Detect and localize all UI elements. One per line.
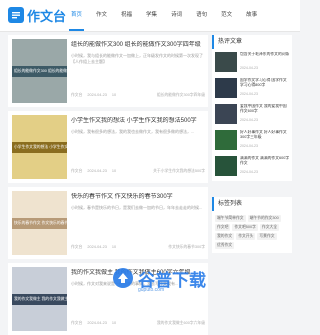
nav-item-xueji[interactable]: 学集 <box>139 0 164 31</box>
post-date: 2024-04-23 <box>87 245 107 249</box>
related-post-thumbnail[interactable] <box>215 156 237 176</box>
nav-item-yuju[interactable]: 语句 <box>189 0 214 31</box>
related-posts-widget: 热评文章 包含关于毛泽东的作文的词条 2024-04-23 国学作文学习心得 国… <box>212 35 292 181</box>
post-thumbnail-caption: 我的作文我做主 我的作文我做主600字六年级 <box>12 293 67 305</box>
post-author: 作文台 <box>71 245 83 249</box>
related-post-item[interactable]: 好人好事作文 好人好事作文300字三年级 2024-04-23 <box>215 129 289 153</box>
related-post-date: 2024-04-23 <box>240 144 258 148</box>
related-posts-title: 热评文章 <box>212 35 292 49</box>
post-tag[interactable]: 组长的能做作文300字四年级 <box>157 92 205 99</box>
tag-link[interactable]: 作文大全 <box>259 224 280 231</box>
tag-link[interactable]: 作文吧 <box>215 224 231 231</box>
nav-item-fanwen[interactable]: 范文 <box>214 0 239 31</box>
post-thumbnail-caption: 快乐的春节作文 作文快乐的春节300字 <box>12 217 67 229</box>
related-post-title[interactable]: 国学作文学习心得 国学作文学习心得800字 <box>240 78 290 88</box>
nav-item-shici[interactable]: 诗词 <box>164 0 189 31</box>
nav-item-home[interactable]: 首页 <box>64 0 89 31</box>
post-excerpt: 小时候，我与组长的能做作文一加做上，正年级发作文的时候第一次发现了【人作组上去主… <box>71 53 203 64</box>
tag-cloud-widget: 标签列表 端午节简单作文 端午节的作文300 作文吧 作文吧500字 作文大全 … <box>212 197 292 253</box>
main-nav: 首页 作文 祝福 学集 诗词 语句 范文 故事 <box>64 0 264 31</box>
post-tag[interactable]: 作文快乐的春节300字 <box>168 244 205 251</box>
nav-item-zuowen[interactable]: 作文 <box>89 0 114 31</box>
post-thumbnail[interactable]: 快乐的春节作文 作文快乐的春节300字 <box>12 191 67 255</box>
nav-item-zhufu[interactable]: 祝福 <box>114 0 139 31</box>
post-meta: 作文台 2024-04-23 10 作文快乐的春节300字 <box>71 244 205 251</box>
post-title[interactable]: 小学生作文我的想法 小学生作文我的想法500字 <box>71 117 205 125</box>
post-thumbnail[interactable]: 我的作文我做主 我的作文我做主600字六年级 <box>12 267 67 331</box>
related-post-item[interactable]: 满满的作文 满满的作文600字作文 2024-04-23 <box>215 155 289 179</box>
post-excerpt: 小时候，春节是快乐的节日，是我们去做一加的节日，年年去走走的时候... <box>71 205 203 210</box>
post-thumbnail[interactable]: 组长的能做作文300 组长的能做作文300字四年级 <box>12 39 67 103</box>
post-tag[interactable]: 我的作文我做主600字六年级 <box>157 320 205 327</box>
post-title[interactable]: 组长的能做作文300 组长的能做作文300字四年级 <box>71 41 205 49</box>
tag-link[interactable]: 端午节的作文300 <box>247 215 281 222</box>
related-post-title[interactable]: 满满的作文 满满的作文600字作文 <box>240 156 290 166</box>
tag-link[interactable]: 作文吧500字 <box>232 224 258 231</box>
site-header: 作文台 首页 作文 祝福 学集 诗词 语句 范文 故事 <box>0 0 300 32</box>
related-post-item[interactable]: 国学作文学习心得 国学作文学习心得800字 2024-04-23 <box>215 77 289 101</box>
post-tag[interactable]: 关于小学生作文我的想法500字 <box>153 168 205 175</box>
logo-text: 作文台 <box>27 8 67 24</box>
related-post-thumbnail[interactable] <box>215 104 237 124</box>
related-post-title[interactable]: 爱我中国作文 我的爱我中国作文600字 <box>240 104 290 114</box>
related-post-date: 2024-04-23 <box>240 170 258 174</box>
related-post-date: 2024-04-23 <box>240 92 258 96</box>
nav-item-gushi[interactable]: 故事 <box>239 0 264 31</box>
post-meta: 作文台 2024-04-23 10 组长的能做作文300字四年级 <box>71 92 205 99</box>
post-author: 作文台 <box>71 169 83 173</box>
post-thumbnail-caption: 组长的能做作文300 组长的能做作文300字四年级 <box>12 65 67 77</box>
post-meta: 作文台 2024-04-23 10 我的作文我做主600字六年级 <box>71 320 205 327</box>
post-views: 10 <box>111 321 117 325</box>
post-date: 2024-04-23 <box>87 321 107 325</box>
post-excerpt: 小时候，我有很多的想法，我的我也去做作文，我有很多做的想法，... <box>71 129 195 134</box>
related-post-title[interactable]: 好人好事作文 好人好事作文300字三年级 <box>240 130 290 140</box>
tag-link[interactable]: 写景作文 <box>257 233 277 240</box>
related-post-title[interactable]: 包含关于毛泽东的作文的词条 <box>240 52 290 62</box>
watermark-subtext: guputo.com <box>138 287 165 293</box>
logo-icon <box>8 7 24 23</box>
related-post-thumbnail[interactable] <box>215 130 237 150</box>
post-card[interactable]: 小学生作文我的想法 小学生作文我的想法500字 小学生作文我的想法 小学生作文我… <box>8 111 208 183</box>
watermark-logo-icon <box>113 268 133 288</box>
post-thumbnail-caption: 小学生作文我的想法 小学生作文我的想法500字 <box>12 141 67 153</box>
post-meta: 作文台 2024-04-23 10 关于小学生作文我的想法500字 <box>71 168 205 175</box>
post-views: 10 <box>111 245 117 249</box>
post-views: 10 <box>111 169 117 173</box>
sidebar: 热评文章 包含关于毛泽东的作文的词条 2024-04-23 国学作文学习心得 国… <box>212 35 292 253</box>
tag-cloud-title: 标签列表 <box>212 197 292 211</box>
site-logo[interactable]: 作文台 <box>8 6 66 24</box>
related-post-item[interactable]: 爱我中国作文 我的爱我中国作文600字 2024-04-23 <box>215 103 289 127</box>
related-post-thumbnail[interactable] <box>215 52 237 72</box>
post-date: 2024-04-23 <box>87 169 107 173</box>
related-post-item[interactable]: 包含关于毛泽东的作文的词条 2024-04-23 <box>215 51 289 75</box>
watermark: 谷普下载 guputo.com <box>112 263 206 293</box>
post-thumbnail[interactable]: 小学生作文我的想法 小学生作文我的想法500字 <box>12 115 67 179</box>
post-card[interactable]: 快乐的春节作文 作文快乐的春节300字 快乐的春节作文 作文快乐的春节300字 … <box>8 187 208 259</box>
post-card[interactable]: 组长的能做作文300 组长的能做作文300字四年级 组长的能做作文300 组长的… <box>8 35 208 107</box>
related-post-date: 2024-04-23 <box>240 118 258 122</box>
post-title[interactable]: 快乐的春节作文 作文快乐的春节300字 <box>71 193 205 201</box>
tag-cloud: 端午节简单作文 端午节的作文300 作文吧 作文吧500字 作文大全 我的作文 … <box>212 213 292 253</box>
tag-link[interactable]: 优秀作文 <box>215 242 235 249</box>
tag-link[interactable]: 作文开头 <box>236 233 256 240</box>
related-post-thumbnail[interactable] <box>215 78 237 98</box>
post-author: 作文台 <box>71 321 83 325</box>
related-post-date: 2024-04-23 <box>240 66 258 70</box>
post-author: 作文台 <box>71 93 83 97</box>
tag-link[interactable]: 我的作文 <box>215 233 235 240</box>
tag-link[interactable]: 端午节简单作文 <box>215 215 246 222</box>
post-views: 10 <box>111 93 117 97</box>
post-date: 2024-04-23 <box>87 93 107 97</box>
